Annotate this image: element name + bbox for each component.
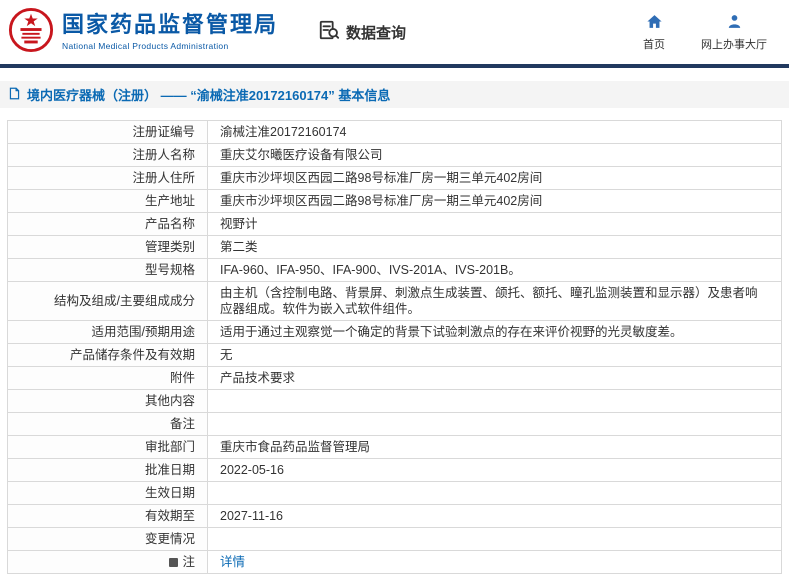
note-label: 注	[182, 555, 195, 569]
nav-home[interactable]: 首页	[637, 13, 671, 52]
nav-home-label: 首页	[643, 38, 665, 51]
field-label: 适用范围/预期用途	[7, 320, 208, 344]
agency-title-cn: 国家药品监督管理局	[62, 12, 279, 38]
registration-table: 注册证编号 渝械注准20172160174 注册人名称 重庆艾尔曦医疗设备有限公…	[7, 120, 782, 574]
field-label: 有效期至	[7, 504, 208, 528]
table-row: 备注	[7, 412, 782, 436]
field-value: 渝械注准20172160174	[207, 120, 782, 144]
table-row: 注册人住所 重庆市沙坪坝区西园二路98号标准厂房一期三单元402房间	[7, 166, 782, 190]
table-row: 产品储存条件及有效期 无	[7, 343, 782, 367]
document-icon	[8, 87, 21, 103]
field-value: 第二类	[207, 235, 782, 259]
field-label: 批准日期	[7, 458, 208, 482]
agency-titles: 国家药品监督管理局 National Medical Products Admi…	[62, 12, 279, 51]
field-label: 其他内容	[7, 389, 208, 413]
agency-title-en: National Medical Products Administration	[62, 40, 229, 51]
table-row: 其他内容	[7, 389, 782, 413]
field-value: 2022-05-16	[207, 458, 782, 482]
national-emblem-icon	[8, 7, 54, 58]
top-nav: 首页 网上办事大厅	[637, 13, 773, 52]
field-label: 产品储存条件及有效期	[7, 343, 208, 367]
field-label: 注册证编号	[7, 120, 208, 144]
field-label: 附件	[7, 366, 208, 390]
field-label: 产品名称	[7, 212, 208, 236]
table-row: 有效期至 2027-11-16	[7, 504, 782, 528]
field-label: 注册人名称	[7, 143, 208, 167]
field-value: 产品技术要求	[207, 366, 782, 390]
field-value: 视野计	[207, 212, 782, 236]
field-value	[207, 481, 782, 505]
table-row: 产品名称 视野计	[7, 212, 782, 236]
field-value: 详情	[207, 550, 782, 574]
field-value: 由主机（含控制电路、背景屏、刺激点生成装置、颌托、额托、瞳孔监测装置和显示器）及…	[207, 281, 782, 321]
breadcrumb: 境内医疗器械（注册） —— “渝械注准20172160174” 基本信息	[0, 81, 789, 108]
field-label: 结构及组成/主要组成成分	[7, 281, 208, 321]
table-row: 注册人名称 重庆艾尔曦医疗设备有限公司	[7, 143, 782, 167]
person-icon	[726, 13, 743, 33]
field-label: 型号规格	[7, 258, 208, 282]
field-label: 审批部门	[7, 435, 208, 459]
breadcrumb-text: 境内医疗器械（注册） —— “渝械注准20172160174” 基本信息	[27, 88, 391, 103]
table-row: 注 详情	[7, 550, 782, 574]
nav-service-hall-label: 网上办事大厅	[701, 38, 767, 51]
field-value	[207, 412, 782, 436]
data-query-label: 数据查询	[346, 24, 407, 42]
data-query-tab[interactable]: 数据查询	[318, 19, 406, 45]
table-row: 生产地址 重庆市沙坪坝区西园二路98号标准厂房一期三单元402房间	[7, 189, 782, 213]
table-row: 注册证编号 渝械注准20172160174	[7, 120, 782, 144]
page-header: 国家药品监督管理局 National Medical Products Admi…	[0, 0, 789, 64]
table-row: 适用范围/预期用途 适用于通过主观察觉一个确定的背景下试验刺激点的存在来评价视野…	[7, 320, 782, 344]
field-value: 重庆市沙坪坝区西园二路98号标准厂房一期三单元402房间	[207, 166, 782, 190]
table-row: 生效日期	[7, 481, 782, 505]
header-divider	[0, 64, 789, 68]
field-label: 变更情况	[7, 527, 208, 551]
note-icon	[169, 558, 179, 567]
field-value: 重庆市沙坪坝区西园二路98号标准厂房一期三单元402房间	[207, 189, 782, 213]
table-row: 附件 产品技术要求	[7, 366, 782, 390]
nav-service-hall[interactable]: 网上办事大厅	[701, 13, 767, 52]
home-icon	[646, 13, 663, 33]
field-label: 注册人住所	[7, 166, 208, 190]
table-row: 变更情况	[7, 527, 782, 551]
field-value	[207, 389, 782, 413]
agency-logo-block: 国家药品监督管理局 National Medical Products Admi…	[8, 7, 278, 58]
field-label: 备注	[7, 412, 208, 436]
field-value: 适用于通过主观察觉一个确定的背景下试验刺激点的存在来评价视野的光灵敏度差。	[207, 320, 782, 344]
table-row: 管理类别 第二类	[7, 235, 782, 259]
field-label: 生产地址	[7, 189, 208, 213]
table-row: 审批部门 重庆市食品药品监督管理局	[7, 435, 782, 459]
table-row: 型号规格 IFA-960、IFA-950、IFA-900、IVS-201A、IV…	[7, 258, 782, 282]
field-value: IFA-960、IFA-950、IFA-900、IVS-201A、IVS-201…	[207, 258, 782, 282]
table-row: 结构及组成/主要组成成分 由主机（含控制电路、背景屏、刺激点生成装置、颌托、额托…	[7, 281, 782, 321]
field-value: 重庆市食品药品监督管理局	[207, 435, 782, 459]
details-link[interactable]: 详情	[220, 555, 245, 569]
field-label: 管理类别	[7, 235, 208, 259]
field-value: 2027-11-16	[207, 504, 782, 528]
data-query-icon	[318, 19, 340, 45]
registration-detail: 注册证编号 渝械注准20172160174 注册人名称 重庆艾尔曦医疗设备有限公…	[7, 120, 782, 574]
field-value: 无	[207, 343, 782, 367]
field-value	[207, 527, 782, 551]
field-label: 注	[7, 550, 208, 574]
field-label: 生效日期	[7, 481, 208, 505]
table-row: 批准日期 2022-05-16	[7, 458, 782, 482]
field-value: 重庆艾尔曦医疗设备有限公司	[207, 143, 782, 167]
